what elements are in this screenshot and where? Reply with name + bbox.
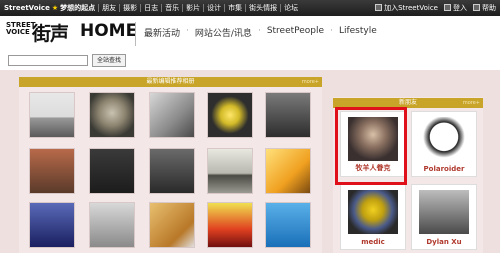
search-row: 全站查找	[0, 52, 500, 70]
nav-separator: ·	[186, 26, 189, 36]
brand-name: StreetVoice	[4, 4, 50, 12]
friend-name: medic	[361, 238, 385, 246]
star-icon: ★	[51, 4, 59, 12]
album-photo[interactable]	[29, 92, 75, 138]
album-photo[interactable]	[149, 202, 195, 248]
header-divider	[135, 22, 136, 46]
join-icon	[375, 4, 383, 11]
main-nav-events[interactable]: 最新活动	[144, 26, 180, 39]
photo-section-title: 最新编辑推荐相册	[146, 78, 195, 85]
friend-card[interactable]: Polaroider	[411, 111, 477, 177]
selection-highlight	[335, 107, 407, 185]
photo-more-link[interactable]: more+	[302, 77, 319, 87]
top-nav: 朋友 摄影 日志 音乐 影片 设计 市集 街头情报 论坛	[98, 4, 301, 12]
top-nav-friends[interactable]: 朋友	[98, 4, 119, 12]
main-nav-announcements[interactable]: 网站公告/讯息	[195, 26, 252, 39]
album-photo[interactable]	[89, 202, 135, 248]
album-photo[interactable]	[89, 92, 135, 138]
friend-avatar	[348, 190, 398, 234]
top-nav-street-news[interactable]: 街头情报	[245, 4, 280, 12]
logo-chinese[interactable]: 街声	[32, 19, 69, 46]
main-nav-streetpeople[interactable]: StreetPeople	[267, 26, 324, 39]
photo-section-header: 最新编辑推荐相册 more+	[19, 77, 322, 87]
login-link[interactable]: 登入	[444, 3, 467, 13]
search-input[interactable]	[8, 55, 88, 66]
help-label: 帮助	[482, 4, 496, 12]
join-label: 加入StreetVoice	[384, 4, 438, 12]
album-photo[interactable]	[265, 202, 311, 248]
brand[interactable]: StreetVoice ★ 梦想的起点	[4, 3, 95, 13]
help-link[interactable]: 帮助	[473, 3, 496, 13]
album-photo[interactable]	[29, 148, 75, 194]
friend-avatar	[419, 190, 469, 234]
album-photo[interactable]	[265, 148, 311, 194]
brand-slogan: 梦想的起点	[60, 4, 96, 12]
help-icon	[473, 4, 480, 11]
site-header: STREET VOICE 街声 HOME 最新活动 · 网站公告/讯息 · St…	[0, 16, 500, 52]
login-label: 登入	[453, 4, 467, 12]
album-photo[interactable]	[207, 202, 253, 248]
top-nav-music[interactable]: 音乐	[161, 4, 182, 12]
friend-name: Polaroider	[423, 165, 465, 173]
friend-name: Dylan Xu	[426, 238, 462, 246]
main-nav: 最新活动 · 网站公告/讯息 · StreetPeople · Lifestyl…	[144, 26, 377, 39]
top-bar: StreetVoice ★ 梦想的起点 朋友 摄影 日志 音乐 影片 设计 市集 街…	[0, 0, 500, 16]
login-icon	[444, 4, 451, 11]
friend-card[interactable]: medic	[340, 184, 406, 250]
main-content: 最新编辑推荐相册 more+ 新朋友 more+ 牧羊人眷克 Polaroide…	[0, 70, 500, 253]
top-right-links: 加入StreetVoice 登入 帮助	[375, 0, 496, 16]
top-nav-market[interactable]: 市集	[224, 4, 245, 12]
album-photo[interactable]	[89, 148, 135, 194]
friends-section-title: 新朋友	[398, 99, 417, 106]
logo-home[interactable]: HOME	[80, 21, 137, 41]
top-nav-forum[interactable]: 论坛	[280, 4, 301, 12]
album-photo[interactable]	[149, 92, 195, 138]
album-photo[interactable]	[149, 148, 195, 194]
nav-separator: ·	[330, 26, 333, 36]
top-nav-blog[interactable]: 日志	[140, 4, 161, 12]
album-photo[interactable]	[265, 92, 311, 138]
album-photo[interactable]	[29, 202, 75, 248]
nav-separator: ·	[257, 26, 261, 36]
top-nav-design[interactable]: 设计	[203, 4, 224, 12]
main-nav-lifestyle[interactable]: Lifestyle	[339, 26, 377, 39]
top-nav-photo[interactable]: 摄影	[119, 4, 140, 12]
friend-avatar	[419, 117, 469, 161]
join-link[interactable]: 加入StreetVoice	[375, 3, 438, 13]
friends-more-link[interactable]: more+	[463, 98, 480, 108]
album-photo[interactable]	[207, 148, 253, 194]
search-button[interactable]: 全站查找	[92, 54, 127, 67]
top-nav-video[interactable]: 影片	[182, 4, 203, 12]
friend-card[interactable]: Dylan Xu	[411, 184, 477, 250]
album-photo[interactable]	[207, 92, 253, 138]
